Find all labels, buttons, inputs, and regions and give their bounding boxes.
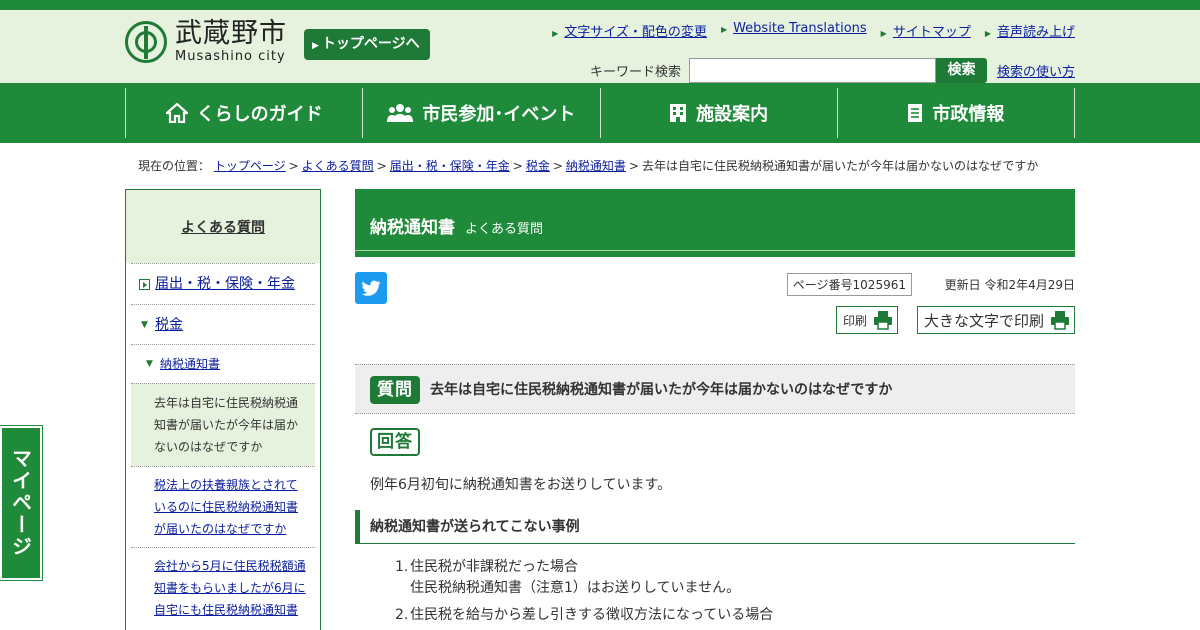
sidebar-link-item[interactable]: 会社から5月に住民税税額通知書をもらいましたが6月に自宅にも住民税納税通知書 [131,547,315,628]
printer-icon [874,311,892,330]
reason-list: 1. 住民税が非課税だった場合 住民税納税通知書（注意1）はお送りしていません。… [395,557,773,630]
util-link-sitemap[interactable]: ▶ サイトマップ [881,21,971,40]
page-number: ページ番号1025961 [786,273,912,296]
breadcrumb-link[interactable]: 納税通知書 [566,159,626,173]
search-input[interactable] [688,58,936,83]
triangle-down-icon: ▼ [146,359,153,369]
breadcrumb-link[interactable]: 税金 [526,159,550,173]
sidebar-item-notice[interactable]: ▼ 納税通知書 [131,344,315,383]
sidebar-link-item[interactable]: 税法上の扶養親族とされているのに住民税納税通知書が届いたのはなぜですか [131,466,315,547]
site-search: キーワード検索 検索 検索の使い方 [590,58,1075,83]
print-label: 印刷 [842,313,867,328]
list-number: 1. [395,559,409,575]
util-link-label[interactable]: 音声読み上げ [997,25,1075,40]
util-link-text-size[interactable]: ▶ 文字サイズ・配色の変更 [552,21,707,40]
util-link-label[interactable]: Website Translations [733,21,867,36]
list-item-detail: 住民税納税通知書（注意1）はお送りしていません。 [410,580,741,596]
list-item: 1. 住民税が非課税だった場合 住民税納税通知書（注意1）はお送りしていません。 [395,557,773,599]
breadcrumb-link[interactable]: 届出・税・保険・年金 [390,159,510,173]
triangle-icon: ▶ [984,29,991,38]
twitter-bird-icon [362,280,381,296]
list-item-title: 住民税が非課税だった場合 [410,559,578,575]
util-link-label[interactable]: サイトマップ [893,25,971,40]
utility-links: ▶ 文字サイズ・配色の変更 ▶ Website Translations ▶ サイトマ… [552,21,1075,40]
triangle-icon: ▶ [552,29,559,38]
updated-date: 更新日 令和2年4月29日 [944,278,1075,292]
util-link-label[interactable]: 文字サイズ・配色の変更 [564,25,707,40]
list-number: 2. [395,607,409,623]
gnav-label: 市民参加･イベント [422,104,576,125]
gnav-label: 市政情報 [932,104,1005,125]
breadcrumb-link[interactable]: よくある質問 [302,159,374,173]
city-emblem-icon [125,20,167,63]
house-icon [165,103,188,123]
page-subtitle: よくある質問 [465,222,544,237]
logo-japanese: 武蔵野市 [175,18,287,49]
gnav-item-administration[interactable]: 市政情報 [838,88,1075,138]
sidebar-heading: よくある質問 [126,190,320,263]
question-badge: 質問 [370,376,420,404]
top-accent-bar [0,0,1200,10]
search-label: キーワード検索 [589,65,681,80]
page-title-box: 納税通知書 よくある質問 [355,189,1075,257]
sidebar-link-label[interactable]: 税法上の扶養親族とされているのに住民税納税通知書が届いたのはなぜですか [154,478,298,536]
sidebar-item-label[interactable]: 届出・税・保険・年金 [155,276,295,292]
sidebar-link-label[interactable]: 会社から5月に住民税税額通知書をもらいましたが6月に自宅にも住民税納税通知書 [154,559,306,617]
gnav-label: 施設案内 [696,104,769,125]
people-icon [387,104,414,122]
top-page-label: トップページへ [321,36,420,52]
list-item-title: 住民税を給与から差し引きする徴収方法になっている場合 [410,607,774,623]
main-content: 納税通知書 よくある質問 ページ番号1025961 更新日 令和2年4月29日 印… [355,189,1075,623]
sidebar-item-label[interactable]: 税金 [155,317,183,333]
sidebar-item-category[interactable]: 届出・税・保険・年金 [131,263,315,304]
breadcrumb: 現在の位置： トップページ > よくある質問 > 届出・税・保険・年金 > 税金 > 納税通知書… [138,159,1039,173]
page-title-text: 納税通知書 [370,218,455,238]
print-button[interactable]: 印刷 [835,306,898,334]
triangle-icon: ▶ [880,29,887,38]
triangle-icon: ▶ [720,25,728,34]
square-arrow-icon [139,279,150,290]
logo-english: Musashino city [175,49,286,64]
gnav-label: くらしのガイド [196,104,323,125]
top-page-button[interactable]: ▶ トップページへ [304,29,430,60]
util-link-translations[interactable]: ▶ Website Translations [721,21,867,40]
breadcrumb-prefix: 現在の位置： [138,159,211,173]
question-text: 去年は自宅に住民税納税通知書が届いたが今年は届かないのはなぜですか [430,382,893,398]
util-link-voice[interactable]: ▶ 音声読み上げ [985,21,1075,40]
arrow-right-icon: ▶ [312,41,319,51]
question-box: 質問 去年は自宅に住民税納税通知書が届いたが今年は届かないのはなぜですか [355,364,1075,414]
sidebar-current-item: 去年は自宅に住民税納税通知書が届いたが今年は届かないのはなぜですか [131,383,315,466]
answer-text: 例年6月初旬に納税通知書をお送りしています。 [370,477,672,493]
site-header: 武蔵野市 Musashino city ▶ トップページへ ▶ 文字サイズ・配色の変… [0,10,1200,83]
gnav-item-facilities[interactable]: 施設案内 [601,88,838,138]
gnav-item-living[interactable]: くらしのガイド [126,88,364,138]
document-icon [908,104,923,122]
search-button[interactable]: 検索 [935,58,987,83]
answer-badge: 回答 [370,428,420,456]
sidebar-item-label[interactable]: 納税通知書 [160,357,220,371]
breadcrumb-current: 去年は自宅に住民税納税通知書が届いたが今年は届かないのはなぜですか [641,159,1039,173]
sidebar: よくある質問 届出・税・保険・年金 ▼ 税金 ▼ 納税通知書 去年は自宅に住民税納税… [125,189,321,630]
printer-icon [1051,311,1069,330]
building-icon [670,104,687,122]
print-large-button[interactable]: 大きな文字で印刷 [916,306,1075,334]
sidebar-item-tax[interactable]: ▼ 税金 [131,304,315,344]
list-item: 2. 住民税を給与から差し引きする徴収方法になっている場合 [395,605,773,626]
gnav-item-events[interactable]: 市民参加･イベント [363,88,601,138]
twitter-share-button[interactable] [355,272,387,304]
section-heading: 納税通知書が送られてこない事例 [355,510,1075,544]
print-large-label: 大きな文字で印刷 [923,311,1044,330]
triangle-down-icon: ▼ [141,320,148,330]
page-title: 納税通知書 よくある質問 [370,213,543,238]
breadcrumb-link[interactable]: トップページ [214,159,286,173]
search-help-link[interactable]: 検索の使い方 [997,61,1075,80]
mypage-tab[interactable]: マイページ [0,425,43,581]
site-logo[interactable]: 武蔵野市 Musashino city [125,20,287,63]
global-nav: くらしのガイド 市民参加･イベント 施設案内 市政情報 [0,83,1200,143]
sidebar-heading-link[interactable]: よくある質問 [181,220,265,236]
